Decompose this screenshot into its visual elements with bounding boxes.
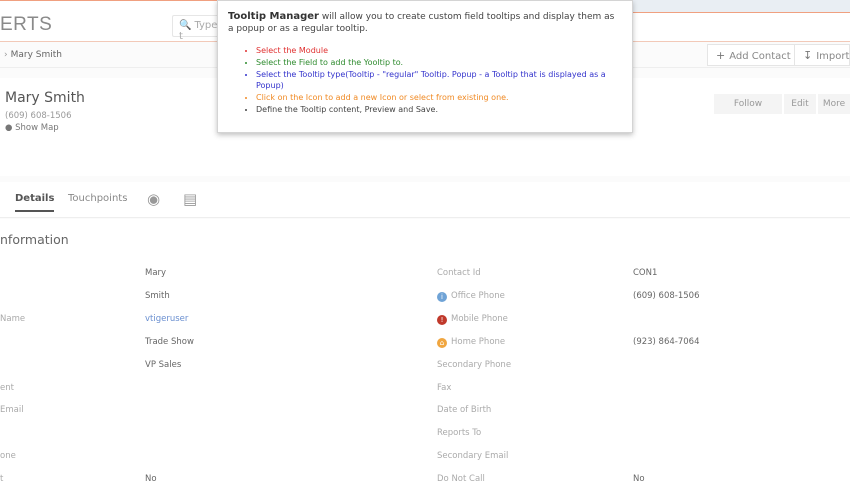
field-label: ⌂ Home Phone <box>437 337 505 348</box>
field-label: Do Not Call <box>437 474 485 484</box>
breadcrumb[interactable]: › Mary Smith <box>4 50 62 60</box>
tooltip-step: Select the Module <box>256 45 622 56</box>
header-strip-line <box>633 12 850 13</box>
header-strip <box>633 0 850 12</box>
field-label-text: Contact Id <box>437 268 481 278</box>
field-label-text: Reports To <box>437 428 482 439</box>
field-label: Email <box>0 405 24 416</box>
field-value[interactable]: vtigeruser <box>145 314 188 324</box>
field-value: Trade Show <box>145 336 194 347</box>
field-label: Secondary Email <box>437 451 508 461</box>
tooltip-step: Select the Tooltip type(Tooltip - "regul… <box>256 69 622 91</box>
download-icon: ↧ <box>803 49 813 62</box>
field-label-text: Home Phone <box>451 336 506 347</box>
tab-touchpoints[interactable]: Touchpoints <box>68 193 127 204</box>
record-phone: (609) 608-1506 <box>5 111 72 121</box>
chevron-right-icon: › <box>4 50 8 60</box>
app-brand-logo[interactable]: ERTS <box>0 14 52 36</box>
field-value: (609) 608-1506 <box>633 290 700 301</box>
record-tabs: Details Touchpoints ◉ ▤ <box>0 182 850 218</box>
field-label: ent <box>0 382 14 393</box>
follow-button[interactable]: Follow <box>714 94 782 114</box>
field-label: Date of Birth <box>437 405 491 415</box>
field-value: No <box>633 474 645 485</box>
field-value: VP Sales <box>145 359 182 370</box>
plus-icon: + <box>716 49 726 62</box>
edit-button[interactable]: Edit <box>784 94 816 114</box>
more-button[interactable]: More <box>818 94 850 114</box>
field-value: No <box>145 474 157 485</box>
info-icon[interactable]: i <box>437 291 447 302</box>
field-label: one <box>0 451 16 462</box>
tooltip-steps-list: Select the ModuleSelect the Field to add… <box>228 45 622 115</box>
global-search-input[interactable]: 🔍 Type t <box>172 15 222 42</box>
tooltip-header: Tooltip Manager will allow you to create… <box>228 11 622 35</box>
field-label-text: Office Phone <box>451 290 505 301</box>
field-label-text: Mobile Phone <box>451 313 508 324</box>
section-title: nformation <box>0 232 69 247</box>
search-icon: 🔍 <box>179 20 192 31</box>
field-value: (923) 864-7064 <box>633 336 700 347</box>
field-value: Smith <box>145 290 170 301</box>
tab-details[interactable]: Details <box>15 193 55 212</box>
field-label-text: Fax <box>437 382 452 393</box>
field-label: Fax <box>437 383 451 393</box>
tooltip-step: Define the Tooltip content, Preview and … <box>256 104 622 115</box>
field-label-text: Secondary Email <box>437 451 509 462</box>
field-label: i Office Phone <box>437 291 505 302</box>
tooltip-step: Select the Field to add the Yooltip to. <box>256 57 622 68</box>
field-value: Mary <box>145 268 167 278</box>
field-label: Contact Id <box>437 268 481 278</box>
tooltip-manager-popup: Tooltip Manager will allow you to create… <box>217 0 633 133</box>
field-label-text: Secondary Phone <box>437 359 512 370</box>
details-section: nformation Mary Smith Name vtigeruser Trade … <box>0 219 850 485</box>
home-icon[interactable]: ⌂ <box>437 337 447 348</box>
record-name: Mary Smith <box>5 90 85 106</box>
map-marker-icon: ● <box>5 123 13 133</box>
field-value: CON1 <box>633 268 658 278</box>
tickets-icon[interactable]: ▤ <box>183 190 197 208</box>
add-contact-button[interactable]: + Add Contact <box>707 44 800 66</box>
tooltip-step: Click on the Icon to add a new Icon or s… <box>256 92 622 103</box>
breadcrumb-label: Mary Smith <box>10 50 62 60</box>
tooltip-title: Tooltip Manager <box>228 11 319 22</box>
field-label: t <box>0 474 4 485</box>
field-label-text: Do Not Call <box>437 474 485 485</box>
money-bag-icon[interactable]: ◉ <box>147 190 160 208</box>
field-label-text: Date of Birth <box>437 405 492 416</box>
field-label: Reports To <box>437 428 481 438</box>
field-label: Name <box>0 313 26 324</box>
show-map-label: Show Map <box>15 123 59 133</box>
import-button[interactable]: ↧ Import <box>794 44 850 66</box>
field-label: Secondary Phone <box>437 360 511 370</box>
field-label: ! Mobile Phone <box>437 314 508 325</box>
add-contact-label: Add Contact <box>729 51 791 62</box>
show-map-link[interactable]: ● Show Map <box>5 123 59 133</box>
import-label: Import <box>816 51 850 62</box>
alert-icon[interactable]: ! <box>437 314 447 325</box>
